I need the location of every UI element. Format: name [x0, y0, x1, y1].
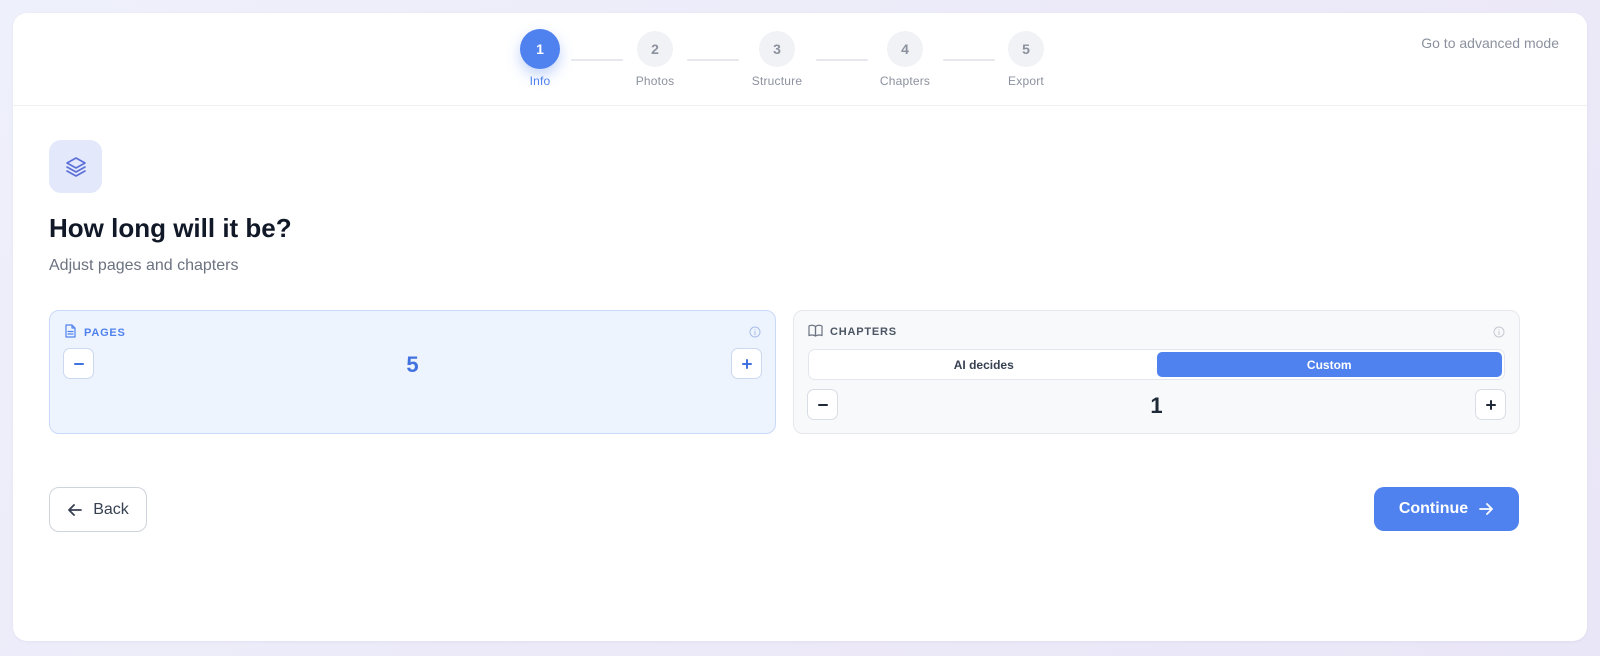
step-label: Export	[1008, 74, 1044, 88]
chapters-panel-header: CHAPTERS	[808, 324, 897, 340]
step-chapters[interactable]: 4 Chapters	[865, 31, 945, 88]
stepper-header: 1 Info 2 Photos 3 Structure 4 Chapters 5…	[13, 13, 1587, 106]
step-structure[interactable]: 3 Structure	[737, 31, 817, 88]
step-number: 2	[637, 31, 673, 67]
pages-panel: PAGES 5	[49, 310, 776, 434]
back-button[interactable]: Back	[49, 487, 147, 532]
info-icon[interactable]	[1493, 325, 1505, 343]
layers-icon	[49, 140, 102, 193]
pages-panel-header: PAGES	[64, 324, 126, 341]
chapters-label: CHAPTERS	[830, 326, 897, 338]
back-label: Back	[93, 500, 129, 518]
info-icon[interactable]	[749, 325, 761, 343]
chapters-increment-button[interactable]	[1475, 389, 1506, 420]
step-label: Info	[529, 74, 551, 88]
arrow-left-icon	[68, 503, 83, 516]
pages-label: PAGES	[84, 326, 126, 339]
step-info[interactable]: 1 Info	[500, 29, 580, 88]
advanced-mode-link[interactable]: Go to advanced mode	[1421, 35, 1559, 51]
step-connector	[816, 59, 868, 61]
book-icon	[808, 324, 823, 340]
wizard-card: 1 Info 2 Photos 3 Structure 4 Chapters 5…	[13, 13, 1587, 641]
step-label: Photos	[635, 74, 675, 88]
step-number: 3	[759, 31, 795, 67]
page-subtitle: Adjust pages and chapters	[49, 257, 239, 274]
step-number: 4	[887, 31, 923, 67]
page-title: How long will it be?	[49, 213, 292, 243]
chapters-mode-toggle: AI decides Custom	[808, 349, 1505, 380]
chapters-value: 1	[1150, 393, 1163, 418]
step-number: 5	[1008, 31, 1044, 67]
continue-label: Continue	[1398, 500, 1469, 517]
step-label: Structure	[751, 74, 803, 88]
plus-icon	[741, 358, 752, 369]
step-label: Chapters	[879, 74, 931, 88]
step-export[interactable]: 5 Export	[986, 31, 1066, 88]
plus-icon	[1485, 399, 1496, 410]
pages-value: 5	[406, 352, 419, 377]
arrow-right-icon	[1479, 503, 1494, 515]
option-custom[interactable]: Custom	[1156, 352, 1502, 377]
step-photos[interactable]: 2 Photos	[615, 31, 695, 88]
option-ai-decides[interactable]: AI decides	[811, 352, 1157, 377]
step-number: 1	[520, 29, 560, 69]
pages-increment-button[interactable]	[731, 348, 762, 379]
continue-button[interactable]: Continue	[1374, 487, 1519, 531]
document-icon	[64, 324, 77, 341]
chapters-panel: CHAPTERS AI decides Custom 1	[793, 310, 1520, 434]
